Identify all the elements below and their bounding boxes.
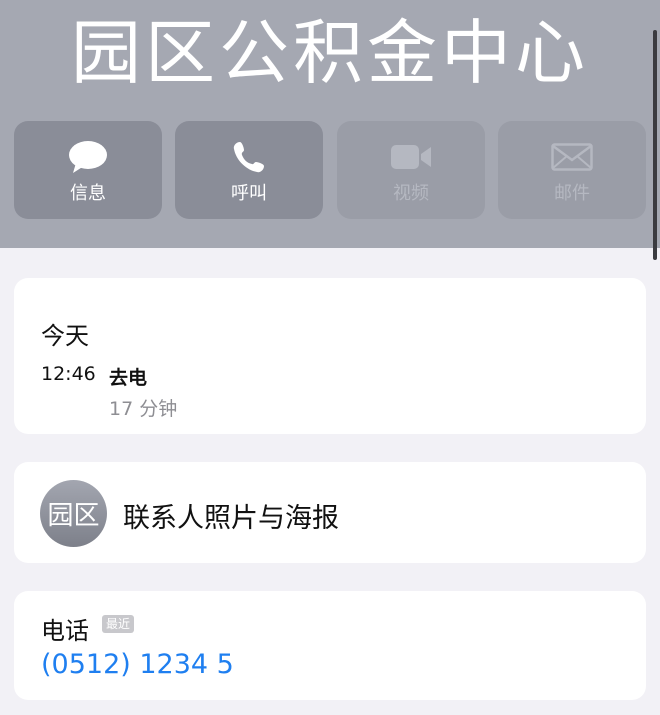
call-time: 12:46 (41, 363, 96, 385)
mail-icon (550, 139, 594, 175)
call-button-label: 呼叫 (231, 183, 267, 204)
video-button[interactable]: 视频 (337, 121, 485, 219)
recent-badge: 最近 (102, 615, 135, 633)
contact-header: 园区公积金中心 信息 呼叫 视频 邮件 (0, 0, 660, 248)
video-camera-icon (389, 139, 433, 175)
message-button[interactable]: 信息 (14, 121, 162, 219)
contact-poster-label: 联系人照片与海报 (123, 503, 339, 534)
call-duration: 17 分钟 (109, 398, 178, 420)
quick-actions: 信息 呼叫 视频 邮件 (14, 121, 646, 219)
video-button-label: 视频 (393, 183, 429, 204)
mail-button-label: 邮件 (554, 183, 590, 204)
phone-label: 电话 (41, 617, 89, 645)
scroll-indicator[interactable] (653, 30, 657, 260)
call-type: 去电 (109, 367, 148, 389)
recent-calls-card: 今天 12:46 去电 17 分钟 (14, 278, 646, 434)
message-button-label: 信息 (70, 183, 106, 204)
message-bubble-icon (66, 139, 110, 175)
mail-button[interactable]: 邮件 (498, 121, 646, 219)
call-button[interactable]: 呼叫 (175, 121, 323, 219)
avatar: 园区 (40, 480, 107, 547)
phone-icon (227, 139, 271, 175)
phone-card: 电话 最近 (0512) 1234 5 (14, 591, 646, 700)
contact-name: 园区公积金中心 (71, 12, 589, 94)
phone-number-link[interactable]: (0512) 1234 5 (41, 649, 234, 680)
recent-calls-date: 今天 (41, 322, 89, 350)
contact-poster-row[interactable]: 园区 联系人照片与海报 (14, 462, 646, 563)
